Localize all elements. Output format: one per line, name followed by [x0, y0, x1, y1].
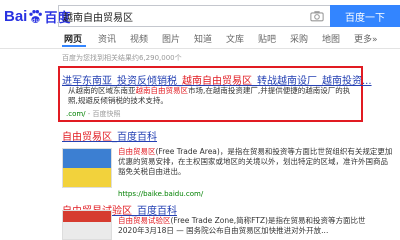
tab-web[interactable]: 网页: [64, 32, 82, 45]
result-url-2[interactable]: https://baike.baidu.com/: [118, 190, 203, 198]
result-desc-2-keyword: 自由贸易区: [118, 147, 156, 156]
camera-icon[interactable]: [310, 10, 324, 22]
search-button[interactable]: 百度一下: [330, 5, 400, 27]
result-desc-3-part-c: 2020年3月18日 — 国务院: [118, 226, 209, 235]
result-title-2[interactable]: 自由贸易区_百度百科: [62, 128, 157, 143]
tab-news[interactable]: 资讯: [98, 32, 116, 45]
tab-zhidao[interactable]: 知道: [194, 32, 212, 45]
result-desc-3-part-d: 公布自由贸易区加快推进对外开放...: [208, 226, 329, 235]
tab-caigou[interactable]: 采购: [290, 32, 308, 45]
paw-icon: du: [29, 9, 43, 23]
result-desc-2-part-b: (Free Trade Area)，是指在: [155, 147, 250, 156]
tab-bar: 网页 资讯 视频 图片 知道 文库 贴吧 采购 地图 更多»: [0, 30, 400, 49]
svg-text:du: du: [33, 17, 40, 23]
snapshot-link[interactable]: - 百度快照: [88, 110, 121, 118]
tab-wenku[interactable]: 文库: [226, 32, 244, 45]
tab-more[interactable]: 更多»: [354, 32, 378, 45]
result-count: 百度为您找到相关结果约6,290,000个: [62, 54, 182, 62]
result-thumbnail-3[interactable]: [62, 210, 112, 240]
result-title-2-suffix: _百度百科: [112, 132, 157, 143]
result-title-1[interactable]: 进军东南亚_投资反倾销税_越南自由贸易区_转战越南设厂_越南投资...: [62, 72, 372, 87]
result-desc-3: 自由贸易试验区(Free Trade Zone,简称FTZ)是指在贸易和投资等方…: [118, 216, 393, 236]
result-desc-1: 从越南的区域东南亚越南自由贸易区市场,在越南投资建厂,并提供便捷的越南设厂的执照…: [68, 86, 358, 106]
logo-text-latin: Bai: [4, 7, 28, 25]
tab-images[interactable]: 图片: [162, 32, 180, 45]
result-title-2-keyword: 自由贸易区: [62, 132, 112, 143]
result-desc-2-part-d: 贸易安排，在主权国家或地区的关境以外，划出特定: [140, 157, 314, 166]
result-url-1[interactable]: .com/ - 百度快照: [66, 109, 121, 119]
result-desc-3-keyword: 自由贸易试验区: [118, 216, 171, 225]
search-input[interactable]: [59, 7, 297, 25]
tab-tieba[interactable]: 贴吧: [258, 32, 276, 45]
result-desc-1-keyword: 越南自由贸易区: [135, 86, 189, 95]
result-thumbnail-2[interactable]: [62, 148, 112, 188]
result-url-1-text: .com/: [66, 110, 86, 118]
tab-map[interactable]: 地图: [322, 32, 340, 45]
tab-video[interactable]: 视频: [130, 32, 148, 45]
result-desc-2: 自由贸易区(Free Trade Area)，是指在贸易和投资等方面比世贸组织有…: [118, 147, 393, 177]
search-box: [58, 5, 330, 27]
active-tab-indicator: [62, 45, 86, 47]
result-desc-1-part-a: 从越南的区域东南亚: [68, 86, 136, 95]
result-desc-3-part-b: (Free Trade Zone,简称FTZ)是指在贸易和投资等方面比世: [170, 216, 366, 225]
